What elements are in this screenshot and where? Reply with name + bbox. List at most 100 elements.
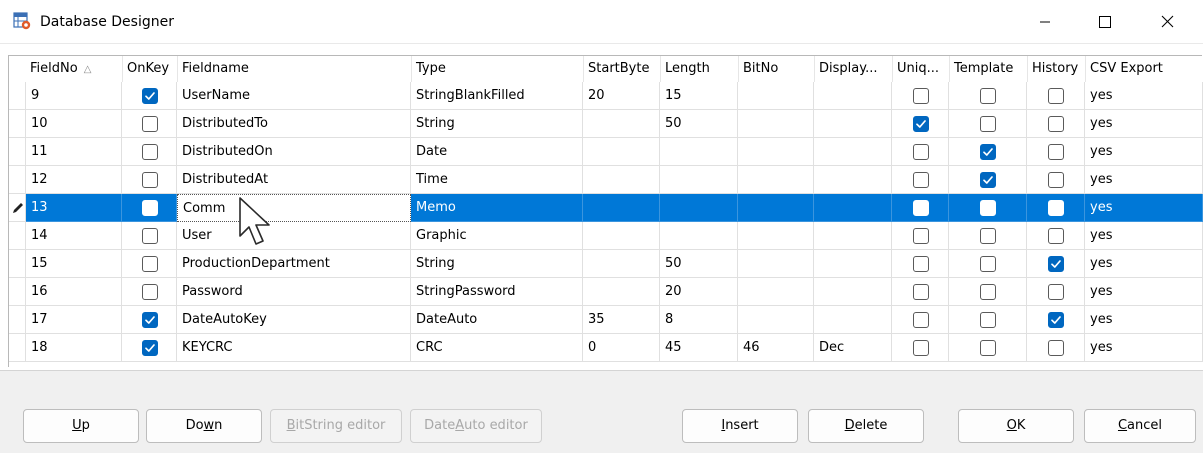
cell-display[interactable]	[814, 222, 892, 250]
cell-startbyte[interactable]	[583, 222, 660, 250]
cell-type[interactable]: String	[411, 250, 583, 278]
up-button[interactable]: Up	[23, 409, 139, 443]
table-row[interactable]: 10 DistributedTo String 50 yes	[9, 110, 1203, 138]
cell-fieldname[interactable]: ProductionDepartment	[177, 250, 411, 278]
cell-fieldno[interactable]: 12	[26, 166, 122, 194]
cell-length[interactable]: 15	[660, 82, 738, 110]
cell-onkey[interactable]	[122, 306, 177, 334]
unique-checkbox[interactable]	[913, 340, 929, 356]
cell-startbyte[interactable]	[583, 250, 660, 278]
cell-history[interactable]	[1027, 306, 1085, 334]
delete-button[interactable]: Delete	[808, 409, 924, 443]
cell-length[interactable]: 8	[660, 306, 738, 334]
cell-onkey[interactable]	[122, 138, 177, 166]
unique-checkbox[interactable]	[913, 228, 929, 244]
cell-unique[interactable]	[892, 138, 949, 166]
cell-fieldname[interactable]: Comm	[177, 194, 411, 222]
cell-length[interactable]	[660, 166, 738, 194]
cell-csv[interactable]: yes	[1085, 110, 1203, 138]
cell-type[interactable]: String	[411, 110, 583, 138]
cell-template[interactable]	[949, 250, 1027, 278]
row-indicator[interactable]	[9, 222, 26, 250]
cell-bitno[interactable]	[738, 194, 814, 222]
history-checkbox[interactable]	[1048, 116, 1064, 132]
cell-history[interactable]	[1027, 110, 1085, 138]
unique-checkbox[interactable]	[913, 116, 929, 132]
cell-template[interactable]	[949, 166, 1027, 194]
cell-history[interactable]	[1027, 278, 1085, 306]
history-checkbox[interactable]	[1048, 88, 1064, 104]
cell-fieldno[interactable]: 14	[26, 222, 122, 250]
insert-button[interactable]: Insert	[682, 409, 798, 443]
cell-length[interactable]	[660, 138, 738, 166]
ok-button[interactable]: OK	[958, 409, 1074, 443]
unique-checkbox[interactable]	[913, 88, 929, 104]
cell-bitno[interactable]	[738, 138, 814, 166]
column-header-type[interactable]: Type	[411, 56, 583, 82]
cell-fieldname[interactable]: DistributedAt	[177, 166, 411, 194]
table-row[interactable]: 17 DateAutoKey DateAuto 35 8 yes	[9, 306, 1203, 334]
row-indicator[interactable]	[9, 82, 26, 110]
cell-display[interactable]	[814, 82, 892, 110]
onkey-checkbox[interactable]	[142, 116, 158, 132]
row-indicator[interactable]	[9, 110, 26, 138]
cell-history[interactable]	[1027, 166, 1085, 194]
template-checkbox[interactable]	[980, 284, 996, 300]
cell-csv[interactable]: yes	[1085, 82, 1203, 110]
cell-csv[interactable]: yes	[1085, 222, 1203, 250]
cell-fieldno[interactable]: 17	[26, 306, 122, 334]
cell-history[interactable]	[1027, 82, 1085, 110]
history-checkbox[interactable]	[1048, 144, 1064, 160]
cell-type[interactable]: StringPassword	[411, 278, 583, 306]
bitstring-editor-button[interactable]: BitString editor	[270, 409, 402, 443]
cell-unique[interactable]	[892, 306, 949, 334]
column-header-template[interactable]: Template	[949, 56, 1027, 82]
cell-bitno[interactable]	[738, 250, 814, 278]
onkey-checkbox[interactable]	[142, 284, 158, 300]
table-row[interactable]: 14 User Graphic yes	[9, 222, 1203, 250]
cancel-button[interactable]: Cancel	[1084, 409, 1196, 443]
cell-startbyte[interactable]	[583, 166, 660, 194]
cell-unique[interactable]	[892, 278, 949, 306]
cell-startbyte[interactable]: 20	[583, 82, 660, 110]
column-header-display[interactable]: Display...	[814, 56, 892, 82]
close-button[interactable]	[1144, 0, 1190, 44]
template-checkbox[interactable]	[980, 200, 996, 216]
unique-checkbox[interactable]	[913, 284, 929, 300]
cell-type[interactable]: Time	[411, 166, 583, 194]
cell-csv[interactable]: yes	[1085, 250, 1203, 278]
cell-startbyte[interactable]: 35	[583, 306, 660, 334]
cell-history[interactable]	[1027, 222, 1085, 250]
cell-type[interactable]: CRC	[411, 334, 583, 362]
cell-unique[interactable]	[892, 166, 949, 194]
cell-template[interactable]	[949, 110, 1027, 138]
history-checkbox[interactable]	[1048, 200, 1064, 216]
cell-length[interactable]	[660, 222, 738, 250]
template-checkbox[interactable]	[980, 172, 996, 188]
cell-bitno[interactable]	[738, 222, 814, 250]
cell-bitno[interactable]: 46	[738, 334, 814, 362]
cell-fieldname[interactable]: KEYCRC	[177, 334, 411, 362]
cell-length[interactable]: 50	[660, 250, 738, 278]
cell-csv[interactable]: yes	[1085, 334, 1203, 362]
cell-display[interactable]	[814, 306, 892, 334]
down-button[interactable]: Down	[146, 409, 262, 443]
cell-display[interactable]	[814, 110, 892, 138]
cell-template[interactable]	[949, 222, 1027, 250]
cell-onkey[interactable]	[122, 222, 177, 250]
minimize-button[interactable]	[1022, 0, 1068, 44]
cell-display[interactable]	[814, 138, 892, 166]
cell-fieldno[interactable]: 9	[26, 82, 122, 110]
fields-grid[interactable]: FieldNo △ OnKey Fieldname Type StartByte …	[8, 55, 1203, 367]
cell-csv[interactable]: yes	[1085, 278, 1203, 306]
template-checkbox[interactable]	[980, 228, 996, 244]
cell-unique[interactable]	[892, 250, 949, 278]
unique-checkbox[interactable]	[913, 312, 929, 328]
row-indicator[interactable]	[9, 250, 26, 278]
cell-fieldname[interactable]: DistributedTo	[177, 110, 411, 138]
column-header-onkey[interactable]: OnKey	[122, 56, 177, 82]
onkey-checkbox[interactable]	[142, 200, 158, 216]
row-indicator[interactable]	[9, 334, 26, 362]
cell-length[interactable]: 20	[660, 278, 738, 306]
cell-fieldname[interactable]: DistributedOn	[177, 138, 411, 166]
